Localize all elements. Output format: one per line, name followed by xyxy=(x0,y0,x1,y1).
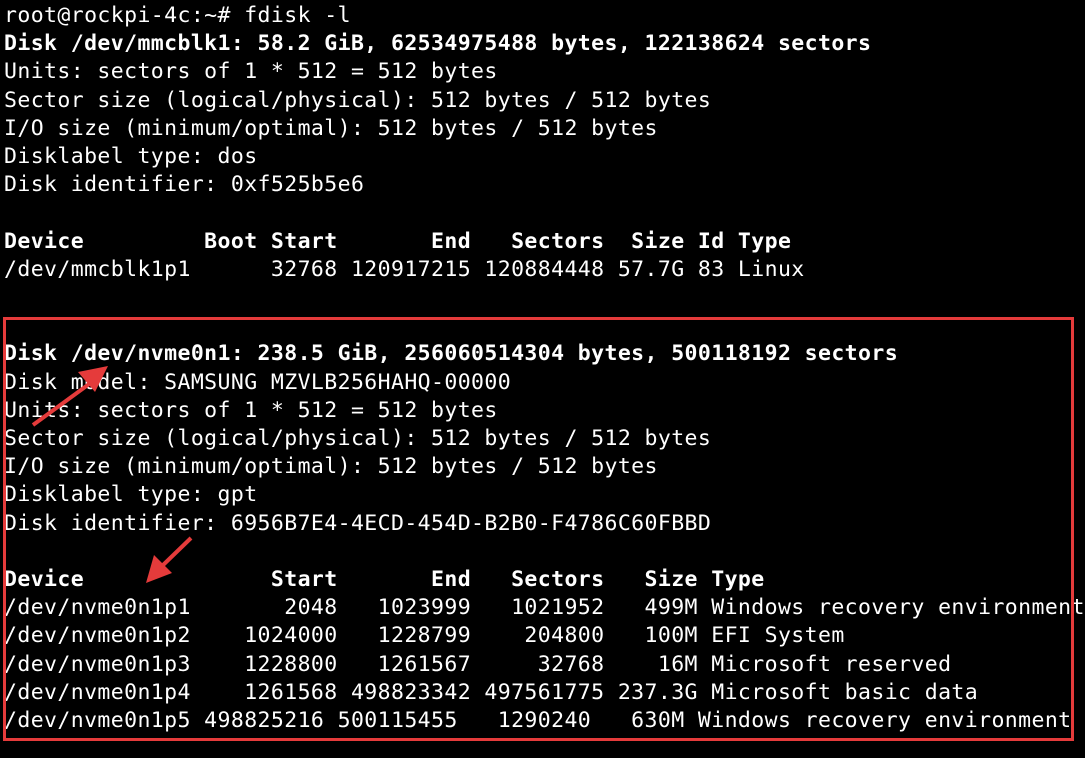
terminal-line: Disk /dev/mmcblk1: 58.2 GiB, 62534975488… xyxy=(4,31,872,57)
terminal-line: Device Boot Start End Sectors Size Id Ty… xyxy=(4,228,792,254)
terminal-line: Disk identifier: 0xf525b5e6 xyxy=(4,172,365,198)
terminal-line: Units: sectors of 1 * 512 = 512 bytes xyxy=(4,59,498,85)
terminal-line: root@rockpi-4c:~# fdisk -l xyxy=(4,3,351,28)
terminal-window[interactable]: root@rockpi-4c:~# fdisk -l Disk /dev/mmcb… xyxy=(0,0,1085,758)
terminal-line: Disklabel type: dos xyxy=(4,144,258,169)
terminal-line: /dev/mmcblk1p1 32768 120917215 120884448… xyxy=(4,256,805,282)
terminal-line: I/O size (minimum/optimal): 512 bytes / … xyxy=(4,115,658,141)
nvme-highlight-box xyxy=(3,317,1074,741)
terminal-line: Sector size (logical/physical): 512 byte… xyxy=(4,87,712,113)
